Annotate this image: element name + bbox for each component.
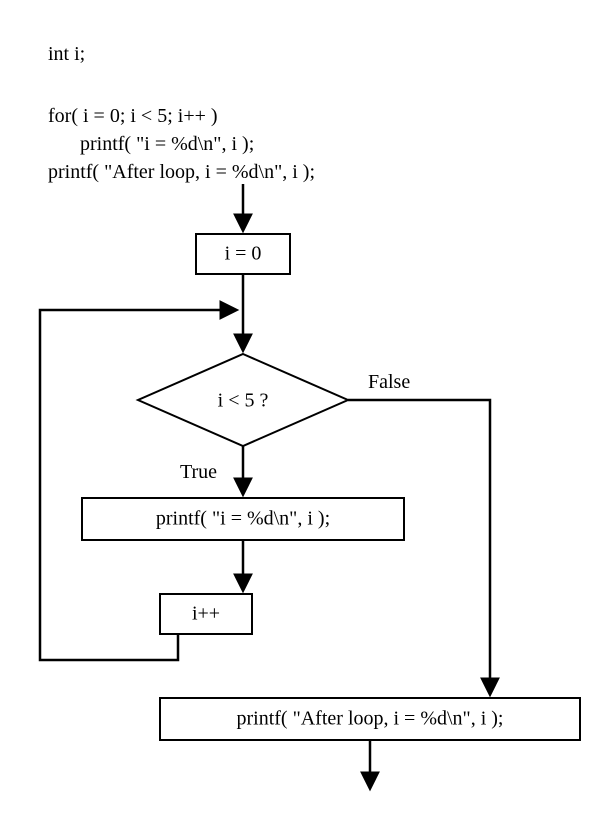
- node-cond-label: i < 5 ?: [218, 390, 269, 412]
- code-line-2: for( i = 0; i < 5; i++ ): [48, 105, 218, 127]
- node-after-label: printf( "After loop, i = %d\n", i );: [236, 708, 503, 730]
- node-init-label: i = 0: [225, 243, 262, 265]
- label-false: False: [368, 371, 410, 393]
- edge-cond-false: [348, 400, 490, 694]
- node-incr-label: i++: [192, 603, 220, 625]
- code-line-4: printf( "After loop, i = %d\n", i );: [48, 161, 315, 183]
- label-true: True: [180, 461, 217, 483]
- node-body-label: printf( "i = %d\n", i );: [156, 508, 330, 530]
- code-line-3: printf( "i = %d\n", i );: [80, 133, 254, 155]
- code-line-1: int i;: [48, 43, 85, 65]
